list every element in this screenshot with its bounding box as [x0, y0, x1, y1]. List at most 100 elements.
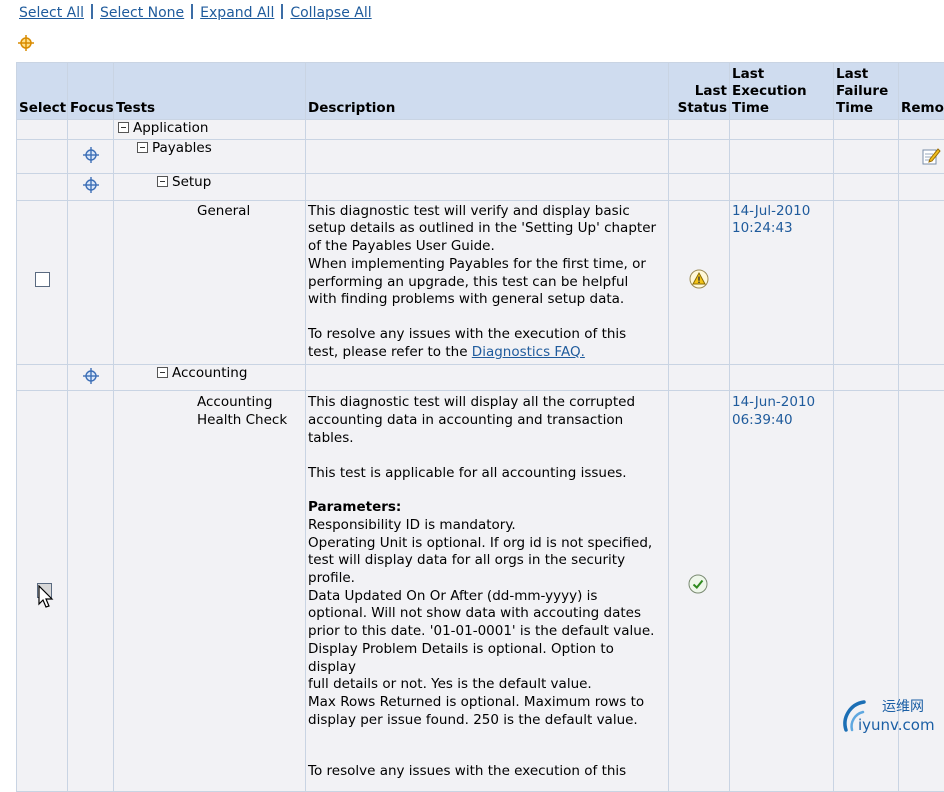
parameter-line: Display Problem Details is optional. Opt… — [308, 641, 666, 676]
remove-cell — [899, 174, 944, 201]
failure-time-cell — [834, 200, 899, 364]
tree-label-accounting: Accounting — [172, 365, 247, 381]
tree-row-application: Application — [17, 120, 944, 140]
watermark-url-text: iyunv.com — [858, 716, 935, 734]
description-line — [308, 482, 666, 499]
focus-cell — [68, 364, 114, 391]
status-cell — [669, 391, 730, 792]
failure-time-cell — [834, 364, 899, 391]
col-header-last-execution-time: Last Execution Time — [730, 63, 834, 120]
parameter-line: Data Updated On Or After (dd-mm-yyyy) is — [308, 588, 666, 606]
execution-time-cell: 14-Jul-2010 10:24:43 — [730, 200, 834, 364]
faq-prefix-text: test, please refer to the — [308, 344, 472, 360]
parameter-line: profile. — [308, 570, 666, 588]
collapse-application-icon[interactable] — [118, 122, 129, 133]
status-cell — [669, 140, 730, 174]
crosshair-focus-icon[interactable] — [82, 146, 100, 170]
tree-row-payables: Payables — [17, 140, 944, 174]
parameter-line: prior to this date. '01-01-0001' is the … — [308, 623, 666, 641]
warning-triangle-icon — [689, 277, 709, 293]
col-header-last-failure-time: Last Failure Time — [834, 63, 899, 120]
execution-time-cell — [730, 140, 834, 174]
edit-icon[interactable] — [921, 146, 941, 172]
description-line: setup details as outlined in the 'Settin… — [308, 220, 666, 238]
test-name-general: General — [116, 203, 303, 221]
collapse-accounting-icon[interactable] — [157, 367, 168, 378]
status-cell — [669, 174, 730, 201]
select-all-link[interactable]: Select All — [19, 5, 84, 21]
failure-time-cell — [834, 120, 899, 140]
col-header-select: Select — [17, 63, 68, 120]
diagnostics-faq-link[interactable]: Diagnostics FAQ. — [472, 344, 585, 360]
focus-root-crosshair-icon[interactable] — [17, 34, 35, 52]
focus-cell — [68, 120, 114, 140]
description-cell — [306, 120, 669, 140]
execution-time: 10:24:43 — [732, 220, 831, 238]
tests-cell: Payables — [114, 140, 306, 174]
toolbar-divider — [91, 4, 93, 19]
parameter-line: test will display data for all orgs in t… — [308, 552, 666, 570]
selection-toolbar: Select All Select None Expand All Collapse … — [19, 4, 372, 24]
select-cell — [17, 391, 68, 792]
select-checkbox-general[interactable] — [35, 272, 50, 287]
parameter-line: full details or not. Yes is the default … — [308, 676, 666, 694]
mouse-pointer-icon — [38, 585, 54, 615]
tree-row-setup: Setup — [17, 174, 944, 201]
execution-time-cell — [730, 174, 834, 201]
expand-all-link[interactable]: Expand All — [200, 5, 274, 21]
collapse-payables-icon[interactable] — [137, 142, 148, 153]
select-cell — [17, 364, 68, 391]
description-line: with finding problems with general setup… — [308, 291, 666, 309]
tests-cell: Application — [114, 120, 306, 140]
parameter-line: To resolve any issues with the execution… — [308, 763, 666, 781]
description-cell — [306, 140, 669, 174]
execution-time-cell — [730, 364, 834, 391]
watermark-cn-text: 运维网 — [882, 696, 924, 716]
description-line — [308, 448, 666, 465]
col-header-tests: Tests — [114, 63, 306, 120]
test-name-line: Accounting — [116, 394, 303, 412]
collapse-setup-icon[interactable] — [157, 176, 168, 187]
focus-cell — [68, 174, 114, 201]
execution-time-cell: 14-Jun-2010 06:39:40 — [730, 391, 834, 792]
select-cell — [17, 200, 68, 364]
diagnostic-tests-table: Select Focus Tests Description Last Stat… — [16, 62, 944, 792]
col-header-description: Description — [306, 63, 669, 120]
parameter-line: Responsibility ID is mandatory. — [308, 517, 666, 535]
tree-row-accounting: Accounting — [17, 364, 944, 391]
parameter-line — [308, 746, 666, 763]
tests-cell: Setup — [114, 174, 306, 201]
parameter-line: optional. Will not show data with accout… — [308, 605, 666, 623]
select-none-link[interactable]: Select None — [100, 5, 184, 21]
remove-cell — [899, 200, 944, 364]
description-cell: This diagnostic test will verify and dis… — [306, 200, 669, 364]
crosshair-focus-icon[interactable] — [82, 367, 100, 391]
description-line: To resolve any issues with the execution… — [308, 326, 666, 344]
toolbar-divider — [281, 4, 283, 19]
execution-time-cell — [730, 120, 834, 140]
tree-label-payables: Payables — [152, 140, 212, 156]
select-cell — [17, 120, 68, 140]
description-faq-line: test, please refer to the Diagnostics FA… — [308, 344, 666, 362]
crosshair-focus-icon[interactable] — [82, 176, 100, 200]
test-row-accounting-health-check: Accounting Health Check This diagnostic … — [17, 391, 944, 792]
description-cell — [306, 174, 669, 201]
collapse-all-link[interactable]: Collapse All — [290, 5, 371, 21]
execution-date: 14-Jun-2010 — [732, 394, 831, 412]
col-header-last-status-label: Last Status — [678, 83, 727, 116]
focus-cell — [68, 391, 114, 792]
status-cell — [669, 364, 730, 391]
remove-cell — [899, 364, 944, 391]
focus-cell — [68, 200, 114, 364]
select-cell — [17, 174, 68, 201]
status-cell — [669, 200, 730, 364]
remove-cell — [899, 120, 944, 140]
parameter-line: display per issue found. 250 is the defa… — [308, 712, 666, 730]
parameter-line: Max Rows Returned is optional. Maximum r… — [308, 694, 666, 712]
execution-time: 06:39:40 — [732, 412, 831, 430]
description-line — [308, 309, 666, 326]
description-line: of the Payables User Guide. — [308, 238, 666, 256]
tree-label-application: Application — [133, 120, 208, 136]
remove-cell — [899, 140, 944, 174]
execution-date: 14-Jul-2010 — [732, 203, 831, 221]
